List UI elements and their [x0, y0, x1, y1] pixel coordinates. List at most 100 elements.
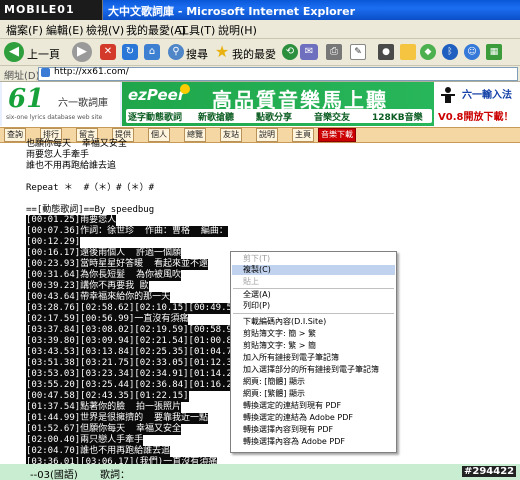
ctx-links-to-adobe-pdf[interactable]: 轉換選定的連結為 Adobe PDF [243, 413, 353, 423]
ctx-cut: 剪下(T) [243, 254, 271, 263]
window-title-bar: MOBILE01 大中文歌詞庫 - Microsoft Internet Exp… [0, 0, 520, 20]
print-icon[interactable]: ⎙ [326, 44, 342, 60]
refresh-icon[interactable]: ↻ [122, 44, 138, 60]
ctx-add-links-notebook[interactable]: 加入所有鏈接到電子筆記簿 [243, 353, 339, 363]
ad-tag: 音樂交友 [314, 113, 351, 123]
back-icon[interactable]: ◀ [4, 42, 24, 62]
site-logo[interactable]: 61 六一歌詞庫 six-one lyrics database web sit… [2, 82, 120, 126]
selected-lyric-line: [00:16.17]遠後雨個人 許過一個願 [26, 248, 182, 259]
ctx-clipboard-s2t[interactable]: 剪貼簿文字: 簡 > 繁 [243, 329, 316, 339]
lyric-line: 誰也不用再跑給誰去追 [26, 161, 117, 171]
selected-lyric-line: [00:31.64]為你長短髮 為你被風吹 [26, 270, 182, 281]
ctx-select-all[interactable]: 全選(A) [243, 290, 271, 300]
selected-lyric-line: [00:47.58][02:43.35][01:22.15] [26, 391, 189, 402]
page-content: 61 六一歌詞庫 six-one lyrics database web sit… [0, 82, 520, 480]
nav-help[interactable]: 說明 [256, 128, 278, 142]
selected-lyric-line: [03:37.84][03:08.02][02:19.59][00:58.90]… [26, 325, 261, 336]
lyric-line: 雨要您人手牽手 [26, 150, 90, 160]
ctx-copy[interactable]: 複製(C) [232, 265, 395, 275]
selected-lyric-line: [03:39.80][03:09.94][02:21.54][01:00.86]… [26, 336, 252, 347]
image-watermark: #294422 [462, 466, 517, 477]
plugin-icon[interactable]: ◆ [420, 44, 436, 60]
window-title: 大中文歌詞庫 - Microsoft Internet Explorer [108, 5, 355, 18]
messenger-people-icon[interactable]: ☺ [464, 44, 480, 60]
menu-view[interactable]: 檢視(V) [86, 22, 124, 38]
ctx-paste: 貼上 [243, 277, 259, 286]
ctx-selection-to-existing-pdf[interactable]: 轉換選擇內容到現有 PDF [243, 425, 333, 435]
ad-tag: 128KB音樂 [372, 113, 423, 123]
lyric-line: Repeat ＊ #（＊）#（＊）# [26, 183, 155, 193]
search-label[interactable]: 搜尋 [186, 46, 208, 62]
address-label: 網址(D) [4, 71, 40, 82]
menu-bar: 檔案(F) 編輯(E) 檢視(V) 我的最愛(A) 工具(T) 說明(H) [0, 20, 520, 39]
selected-lyric-line: [02:04.70]誰也不用再跑給誰去追 [26, 446, 171, 457]
nav-search[interactable]: 查詢 [4, 128, 26, 142]
selected-lyric-line: [01:52.67]但願你每天 幸福又安全 [26, 424, 182, 435]
home-icon[interactable]: ⌂ [144, 44, 160, 60]
song-info-text: --03(國語) 歌詞： [30, 470, 130, 480]
ctx-print[interactable]: 列印(P) [243, 301, 270, 311]
input-method-version: V0.8開放下載！ [438, 112, 514, 123]
nav-overview[interactable]: 總覽 [184, 128, 206, 142]
back-label[interactable]: 上一頁 [27, 46, 60, 62]
selected-lyric-line: [00:07.36]作詞：徐世珍 作曲：曹格 編曲： [26, 226, 228, 237]
toolbar: ◀ 上一頁 ▶ ✕ ↻ ⌂ ⚲ 搜尋 ★ 我的最愛 ⟲ ✉ ⎙ ✎ ● ◆ ᛒ … [0, 39, 520, 66]
extra-tool-icon[interactable]: ▦ [486, 44, 502, 60]
nav-friend-sites[interactable]: 友站 [220, 128, 242, 142]
address-url[interactable]: http://xx61.com/ [54, 67, 129, 77]
selected-lyric-line: [00:23.93]當時星星好答暖 看起來並不遠 [26, 259, 209, 270]
selected-lyric-line: [02:17.59][00:56.99]一直沒有須痛 [26, 314, 189, 325]
logo-subtitle: six-one lyrics database web site [6, 114, 103, 121]
ctx-separator [233, 313, 394, 314]
selected-lyric-line: [00:39.23]講你不再要我 歐 [26, 281, 149, 292]
mobile01-logo: MOBILE01 [0, 0, 103, 20]
lyric-line: 也願你每天 幸福又安全 [26, 139, 127, 149]
mail-icon[interactable]: ✉ [300, 44, 318, 60]
forward-icon[interactable]: ▶ [72, 42, 92, 62]
ezpeer-sun-icon [180, 84, 190, 94]
selected-lyric-line: [00:12.29] [26, 237, 81, 248]
ad-tag: 逐字動態歌詞 [128, 113, 183, 123]
messenger-icon[interactable]: ● [378, 44, 394, 60]
nav-personal[interactable]: 個人 [148, 128, 170, 142]
ctx-add-selected-links-notebook[interactable]: 加入選擇部分的所有鏈接到電子筆記簿 [243, 365, 379, 375]
selected-lyric-line: [00:01.25]雨要您人 [26, 215, 117, 226]
site-banner: 61 六一歌詞庫 six-one lyrics database web sit… [0, 82, 520, 126]
input-method-title: 六一輸入法 [462, 90, 512, 101]
favorites-label[interactable]: 我的最愛 [232, 46, 276, 62]
ctx-download-encoded[interactable]: 下載編碼內容(D.I.Site) [243, 317, 326, 327]
menu-tools[interactable]: 工具(T) [178, 22, 215, 38]
ctx-page-simplified[interactable]: 網頁: [簡體] 顯示 [243, 377, 305, 387]
nav-music-download[interactable]: 音樂下載 [318, 128, 356, 142]
notes-icon[interactable] [400, 44, 416, 60]
menu-help[interactable]: 說明(H) [218, 22, 257, 38]
ad-tag: 新歌搶聽 [198, 113, 235, 123]
search-icon[interactable]: ⚲ [168, 44, 184, 60]
menu-file[interactable]: 檔案(F) [6, 22, 43, 38]
selected-lyric-line: [03:53.03][03:23.34][02:34.91][01:14.23]… [26, 369, 261, 380]
ad-tag: 點歌分享 [256, 113, 293, 123]
ezpeer-brand: ezPeer [128, 86, 186, 104]
stop-icon[interactable]: ✕ [100, 44, 116, 60]
selected-lyric-line: [03:43.53][03:13.84][02:25.35][01:04.77]… [26, 347, 261, 358]
selected-lyric-line: [00:43.64]帶幸福來給你的那一天 [26, 292, 171, 303]
selected-lyric-line: [03:28.76][02:58.62][02:10.15][00:49.59]… [26, 303, 252, 314]
favorites-star-icon[interactable]: ★ [212, 42, 232, 62]
bluetooth-icon[interactable]: ᛒ [442, 44, 458, 60]
logo-number: 61 [8, 84, 45, 114]
history-icon[interactable]: ⟲ [282, 44, 298, 60]
address-bar: 網址(D) http://xx61.com/ [0, 66, 520, 82]
selected-lyric-line: [01:37.54]點著你的臉 拍一張照片 [26, 402, 182, 413]
ctx-page-traditional[interactable]: 網頁: [繁體] 顯示 [243, 389, 305, 399]
selected-lyric-line: [01:44.99]世界是很擁擠的 要靠我近一點 [26, 413, 209, 424]
menu-edit[interactable]: 編輯(E) [46, 22, 84, 38]
selected-lyric-line: [02:00.40]兩只戀人手牽手 [26, 435, 144, 446]
song-info-bar: --03(國語) 歌詞： [0, 464, 520, 480]
ctx-clipboard-t2s[interactable]: 剪貼簿文字: 繁 > 簡 [243, 341, 316, 351]
ctx-links-to-existing-pdf[interactable]: 轉換選定的連結到現有 PDF [243, 401, 341, 411]
logo-name: 六一歌詞庫 [58, 98, 108, 109]
nav-home[interactable]: 主頁 [292, 128, 314, 142]
edit-icon[interactable]: ✎ [350, 44, 366, 60]
ctx-selection-to-adobe-pdf[interactable]: 轉換選擇內容為 Adobe PDF [243, 437, 345, 447]
ctx-separator [233, 288, 394, 289]
